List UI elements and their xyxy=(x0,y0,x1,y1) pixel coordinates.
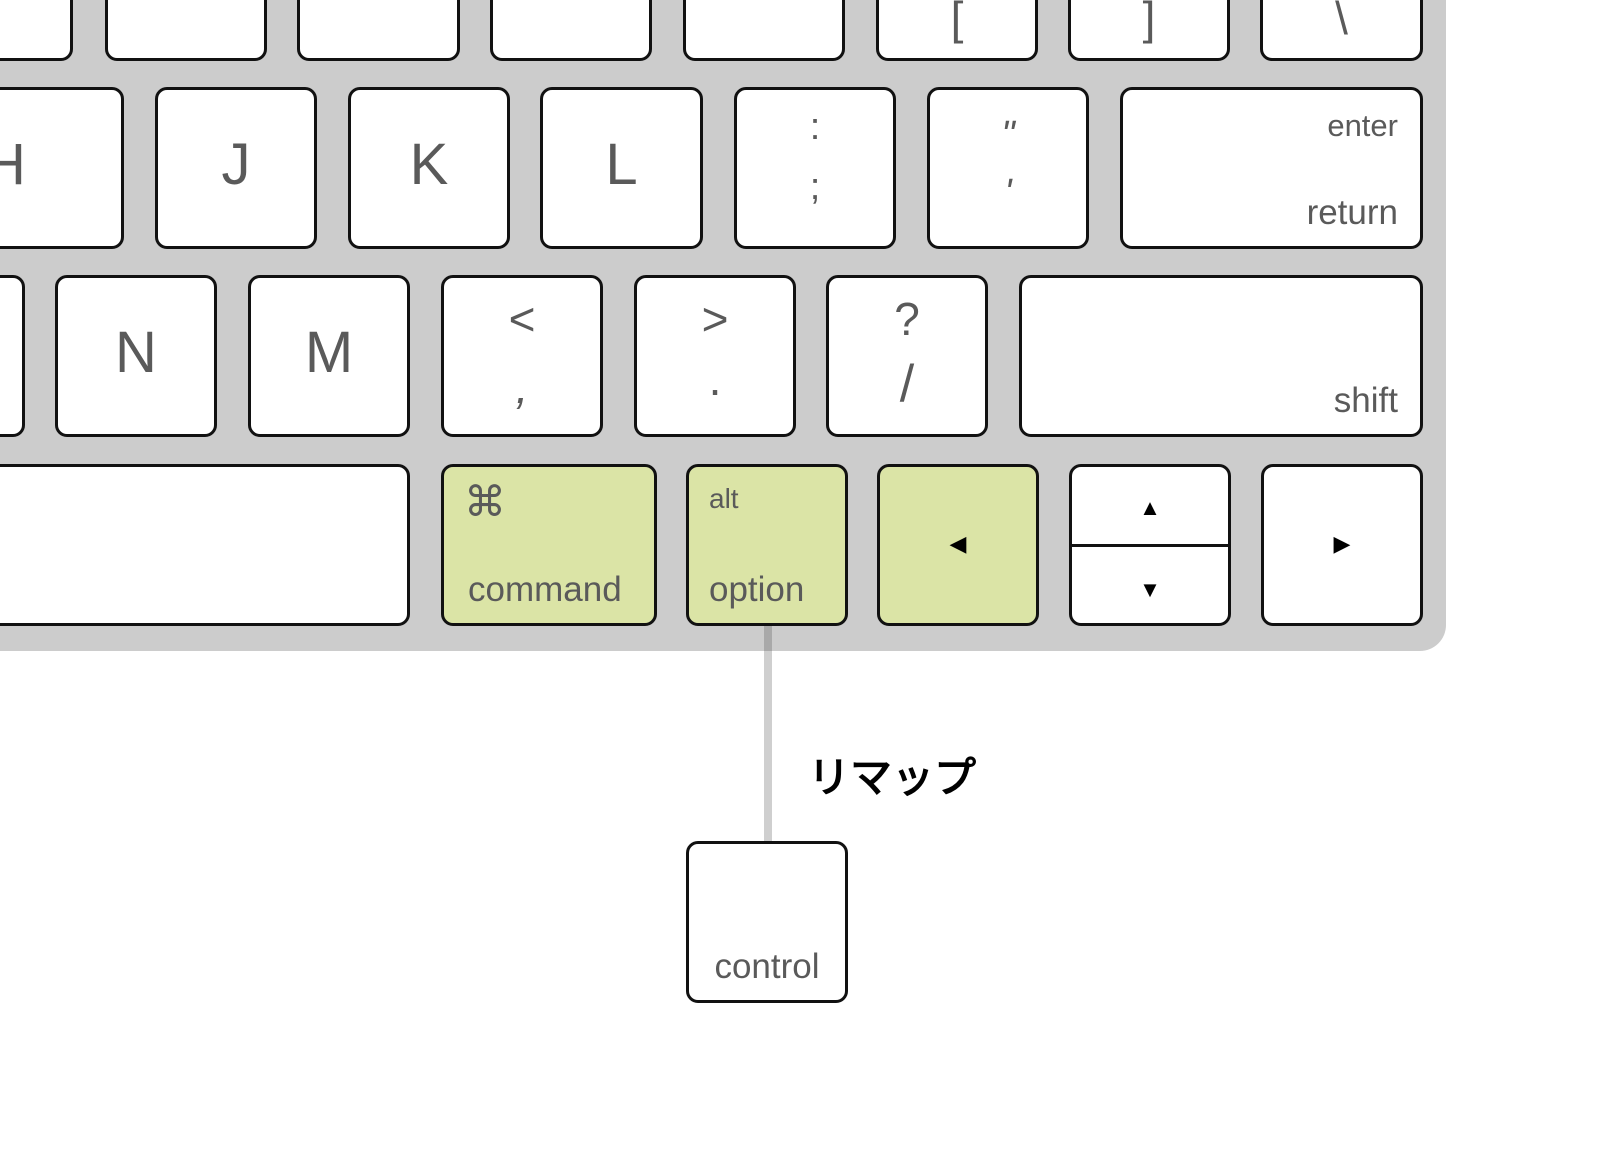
key-p: P xyxy=(683,0,845,61)
key-symbol-bottom: ; xyxy=(809,166,821,208)
key-quote: " ' xyxy=(927,87,1089,249)
key-letter: P xyxy=(686,0,842,13)
key-letter: N xyxy=(115,320,157,385)
key-o: O xyxy=(105,0,267,61)
key-option: alt option xyxy=(686,464,848,626)
key-partial xyxy=(0,0,73,61)
key-label: shift xyxy=(1333,381,1398,420)
key-return: enter return xyxy=(1120,87,1423,249)
key-symbol-top: : xyxy=(809,106,821,148)
key-arrow-up-down: ▲ ▼ xyxy=(1069,464,1231,626)
remap-connector-line xyxy=(764,626,772,841)
key-symbol-top: > xyxy=(701,293,729,345)
key-comma: < , xyxy=(441,275,603,437)
key-label: control xyxy=(714,947,820,986)
key-symbol-top: < xyxy=(508,293,536,345)
key-letter: P xyxy=(300,0,457,13)
key-space xyxy=(0,464,410,626)
key-period: > . xyxy=(634,275,796,437)
key-symbol-bottom: ' xyxy=(1004,172,1012,214)
arrow-left-icon: ◀ xyxy=(949,531,967,556)
arrow-down-icon: ▼ xyxy=(1139,577,1161,602)
key-arrow-right: ▶ xyxy=(1261,464,1423,626)
remap-connector-overlap xyxy=(764,626,772,651)
key-partial xyxy=(0,275,25,437)
key-letter: H xyxy=(0,132,26,197)
remap-label: リマップ xyxy=(808,753,977,802)
key-left-bracket: [ xyxy=(876,0,1038,61)
key-symbol-top: " xyxy=(1001,114,1015,156)
key-m: M xyxy=(248,275,410,437)
key-right-bracket: ] xyxy=(1068,0,1230,61)
key-symbol-top: ? xyxy=(894,293,920,345)
key-label: option xyxy=(709,570,805,609)
key-symbol: ] xyxy=(1142,0,1156,44)
key-n: N xyxy=(55,275,217,437)
key-l: L xyxy=(540,87,703,249)
key-control: control xyxy=(686,841,848,1003)
key-j: J xyxy=(155,87,317,249)
key-arrow-left: ◀ xyxy=(877,464,1039,626)
key-letter: L xyxy=(605,132,638,197)
key-k: K xyxy=(348,87,510,249)
key-label-bottom: return xyxy=(1306,193,1398,232)
arrow-right-icon: ▶ xyxy=(1333,531,1351,556)
key-symbol-bottom: . xyxy=(708,353,722,405)
key-symbol-bottom: , xyxy=(515,361,529,413)
key-h: H xyxy=(0,87,124,249)
key-backslash: \ xyxy=(1260,0,1423,61)
key-o: O xyxy=(490,0,652,61)
key-letter: M xyxy=(304,320,354,385)
command-icon: ⌘ xyxy=(464,478,506,525)
key-label: command xyxy=(468,570,622,609)
key-p: P xyxy=(297,0,460,61)
key-slash: ? / xyxy=(826,275,988,437)
up-down-divider xyxy=(1072,544,1228,547)
key-letter: O xyxy=(163,0,209,34)
key-shift: shift xyxy=(1019,275,1423,437)
key-symbol: \ xyxy=(1335,0,1348,44)
key-letter: J xyxy=(221,132,251,197)
key-label-top: alt xyxy=(709,483,739,514)
key-label-top: enter xyxy=(1327,108,1398,143)
arrow-up-icon: ▲ xyxy=(1139,495,1161,520)
key-symbol-bottom: / xyxy=(899,355,915,413)
key-command: ⌘ command xyxy=(441,464,657,626)
key-semicolon: : ; xyxy=(734,87,896,249)
key-symbol: [ xyxy=(950,0,964,44)
key-letter: O xyxy=(548,0,594,34)
key-letter: K xyxy=(409,132,449,197)
